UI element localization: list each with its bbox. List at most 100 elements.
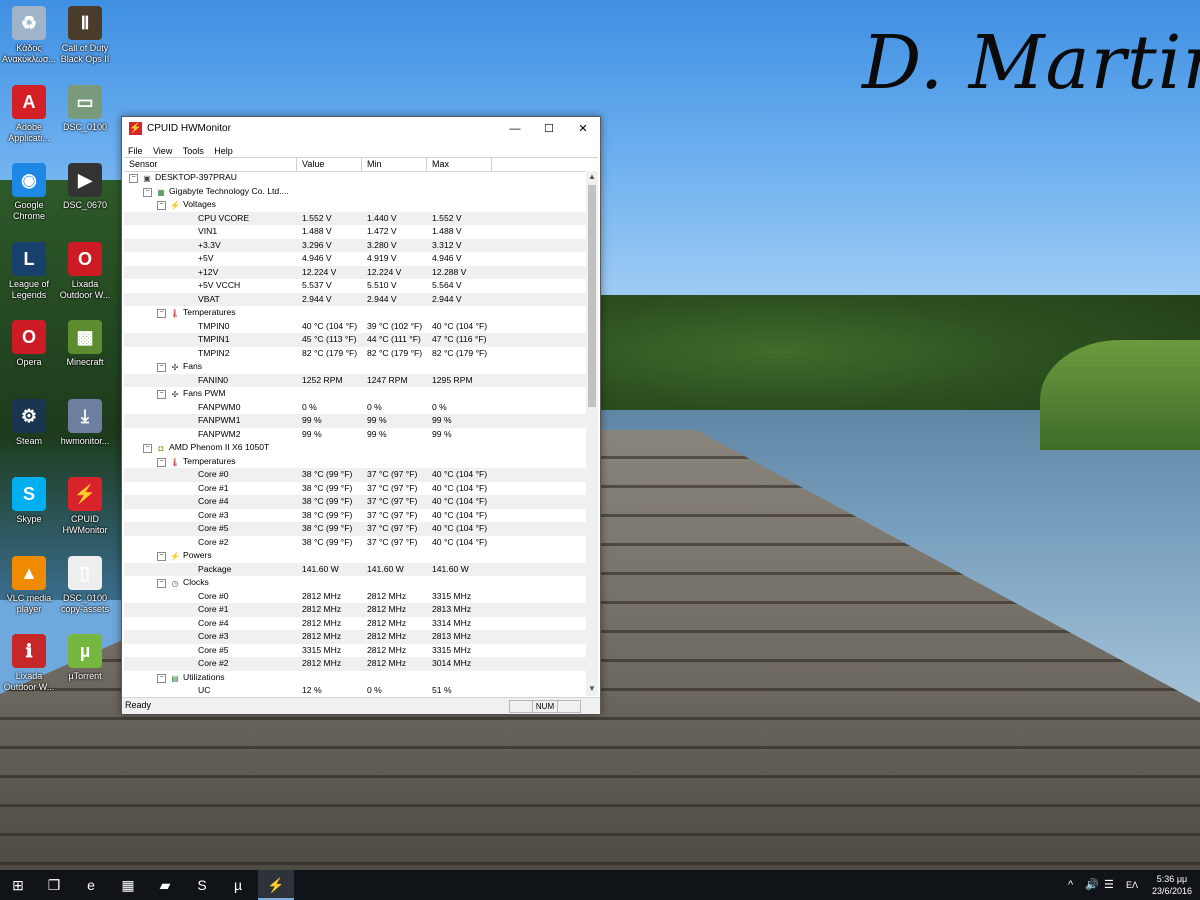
collapse-toggle-icon[interactable]: − (143, 187, 152, 197)
tree-node[interactable]: − ⚡ Powers (124, 549, 586, 563)
sensor-row[interactable]: Core #5 38 °C (99 °F) 37 °C (97 °F) 40 °C (… (124, 522, 586, 536)
sensor-row[interactable]: TMPIN1 45 °C (113 °F) 44 °C (111 °F) 47 °C … (124, 333, 586, 347)
tree-node[interactable]: − ✣ Fans PWM (124, 387, 586, 401)
edge-icon[interactable]: e (73, 870, 109, 900)
desktop-icon[interactable]: ▩ Minecraft (56, 320, 114, 368)
collapse-toggle-icon[interactable]: − (157, 552, 166, 561)
desktop-icon[interactable]: ▲ VLC media player (0, 555, 58, 615)
desktop-icon[interactable]: ⚡ CPUID HWMonitor (56, 477, 114, 536)
video-icon: ▶ (68, 163, 102, 197)
title-bar[interactable]: ⚡ CPUID HWMonitor — ☐ ✕ (122, 117, 600, 141)
hwmonitor-window[interactable]: ⚡ CPUID HWMonitor — ☐ ✕ File View Tools … (121, 116, 601, 714)
tree-node[interactable]: − ◘ AMD Phenom II X6 1050T (124, 441, 586, 455)
desktop-icon[interactable]: ⤓ hwmonitor... (56, 398, 114, 447)
store-icon[interactable]: ▦ (110, 870, 146, 900)
tree-node[interactable]: − 🌡 Temperatures (124, 306, 586, 320)
sensor-row[interactable]: Core #3 38 °C (99 °F) 37 °C (97 °F) 40 °C (… (124, 509, 586, 523)
collapse-toggle-icon[interactable]: − (157, 673, 166, 683)
desktop-icon[interactable]: ♻ Κάδος Ανακύκλωσ... (0, 6, 58, 65)
sensor-min: 3.280 V (367, 239, 397, 250)
sensor-row[interactable]: Core #4 2812 MHz 2812 MHz 3314 MHz (124, 617, 586, 631)
scroll-down-icon[interactable]: ▼ (586, 683, 598, 695)
sensor-row[interactable]: VIN1 1.488 V 1.472 V 1.488 V (124, 225, 586, 239)
sensor-row[interactable]: VBAT 2.944 V 2.944 V 2.944 V (124, 292, 586, 306)
sensor-row[interactable]: Core #5 3315 MHz 2812 MHz 3315 MHz (124, 644, 586, 658)
collapse-toggle-icon[interactable]: − (129, 174, 138, 183)
collapse-toggle-icon[interactable]: − (157, 390, 166, 399)
desktop-icon[interactable]: L League of Legends (0, 241, 58, 301)
desktop-icon[interactable]: S Skype (0, 477, 58, 525)
sensor-row[interactable]: FANPWM0 0 % 0 % 0 % (124, 401, 586, 415)
utorrent-icon[interactable]: µ (220, 870, 256, 900)
column-header-value[interactable]: Value (297, 158, 362, 171)
close-button[interactable]: ✕ (566, 117, 600, 141)
sensor-row[interactable]: Core #2 38 °C (99 °F) 37 °C (97 °F) 40 °C (… (124, 536, 586, 550)
sensor-row[interactable]: Core #2 2812 MHz 2812 MHz 3014 MHz (124, 657, 586, 671)
scroll-up-icon[interactable]: ▲ (586, 171, 598, 183)
column-header-max[interactable]: Max (427, 158, 492, 171)
tree-node[interactable]: − ▦ Gigabyte Technology Co. Ltd.... (124, 185, 586, 199)
tray-chevron-icon[interactable]: ^ (1068, 878, 1073, 892)
desktop-icon[interactable]: Ⅱ Call of Duty Black Ops II (56, 6, 114, 65)
maximize-button[interactable]: ☐ (532, 117, 566, 141)
sensor-row[interactable]: TMPIN2 82 °C (179 °F) 82 °C (179 °F) 82 °C … (124, 347, 586, 361)
notifications-icon[interactable]: ☰ (1104, 878, 1114, 892)
tree-node[interactable]: − ⚡ Voltages (124, 198, 586, 212)
collapse-toggle-icon[interactable]: − (157, 457, 166, 467)
sensor-row[interactable]: +5V 4.946 V 4.919 V 4.946 V (124, 252, 586, 266)
desktop-icon[interactable]: ⚙ Steam (0, 398, 58, 447)
sensor-row[interactable]: Core #3 2812 MHz 2812 MHz 2813 MHz (124, 630, 586, 644)
desktop-icon[interactable]: ▭ DSC_0100 (56, 84, 114, 133)
tree-node[interactable]: − ▣ DESKTOP-397PRAU (124, 171, 586, 185)
desktop-icon[interactable]: O Lixada Outdoor W... (56, 241, 114, 301)
sensor-row[interactable]: TMPIN0 40 °C (104 °F) 39 °C (102 °F) 40 °C … (124, 320, 586, 334)
vertical-scrollbar[interactable]: ▲ ▼ (586, 171, 598, 696)
scrollbar-thumb[interactable] (588, 185, 596, 407)
collapse-toggle-icon[interactable]: − (157, 309, 166, 318)
desktop-icon[interactable]: ℹ Lixada Outdoor W... (0, 634, 58, 693)
desktop-icon[interactable]: A Adobe Applicati... (0, 84, 58, 144)
windows-start-icon[interactable]: ⊞ (0, 870, 36, 900)
sensor-max: 0 % (432, 401, 447, 412)
sensor-row[interactable]: UC 12 % 0 % 51 % (124, 684, 586, 696)
column-header-sensor[interactable]: Sensor (124, 158, 297, 171)
collapse-toggle-icon[interactable]: − (157, 201, 166, 210)
sensor-row[interactable]: FANPWM2 99 % 99 % 99 % (124, 428, 586, 442)
desktop-icon[interactable]: O Opera (0, 320, 58, 368)
desktop-icon[interactable]: ◉ Google Chrome (0, 163, 58, 222)
desktop-icon[interactable]: ▯ DSC_0100 copy-assets (56, 555, 114, 615)
clock-date[interactable]: 23/6/2016 (1150, 886, 1194, 896)
collapse-toggle-icon[interactable]: − (157, 363, 166, 372)
minimize-button[interactable]: — (498, 117, 532, 141)
sensor-row[interactable]: +5V VCCH 5.537 V 5.510 V 5.564 V (124, 279, 586, 293)
collapse-toggle-icon[interactable]: − (143, 444, 152, 453)
volume-icon[interactable]: 🔊 (1085, 878, 1099, 892)
sensor-name: AMD Phenom II X6 1050T (169, 442, 270, 452)
sensor-row[interactable]: Core #1 38 °C (99 °F) 37 °C (97 °F) 40 °C (… (124, 482, 586, 496)
language-indicator[interactable]: ΕΛ (1126, 878, 1138, 892)
sensor-row[interactable]: FANPWM1 99 % 99 % 99 % (124, 414, 586, 428)
tree-node[interactable]: − ◷ Clocks (124, 576, 586, 590)
tree-node[interactable]: − ▤ Utilizations (124, 671, 586, 685)
collapse-toggle-icon[interactable]: − (157, 579, 166, 588)
clock-time[interactable]: 5:36 μμ (1150, 874, 1194, 884)
sensor-row[interactable]: Core #0 38 °C (99 °F) 37 °C (97 °F) 40 °C (… (124, 468, 586, 482)
sensor-row[interactable]: Core #4 38 °C (99 °F) 37 °C (97 °F) 40 °C (… (124, 495, 586, 509)
sensor-tree[interactable]: − ▣ DESKTOP-397PRAU − ▦ Gigabyte Technology C… (124, 171, 586, 696)
hwmonitor-icon[interactable]: ⚡ (258, 870, 294, 900)
tree-node[interactable]: − 🌡 Temperatures (124, 455, 586, 469)
skype-icon[interactable]: S (184, 870, 220, 900)
sensor-row[interactable]: +12V 12.224 V 12.224 V 12.288 V (124, 265, 586, 279)
sensor-row[interactable]: FANIN0 1252 RPM 1247 RPM 1295 RPM (124, 373, 586, 387)
desktop-icon[interactable]: ▶ DSC_0670 (56, 163, 114, 211)
desktop-icon[interactable]: µ µTorrent (56, 634, 114, 682)
sensor-row[interactable]: Core #0 2812 MHz 2812 MHz 3315 MHz (124, 590, 586, 604)
sensor-row[interactable]: Core #1 2812 MHz 2812 MHz 2813 MHz (124, 603, 586, 617)
sensor-row[interactable]: +3.3V 3.296 V 3.280 V 3.312 V (124, 238, 586, 252)
task-view-icon[interactable]: ❐ (36, 870, 72, 900)
column-header-min[interactable]: Min (362, 158, 427, 171)
tree-node[interactable]: − ✣ Fans (124, 360, 586, 374)
file-explorer-icon[interactable]: ▰ (147, 870, 183, 900)
sensor-row[interactable]: Package 141.60 W 141.60 W 141.60 W (124, 562, 586, 576)
sensor-row[interactable]: CPU VCORE 1.552 V 1.440 V 1.552 V (124, 211, 586, 225)
